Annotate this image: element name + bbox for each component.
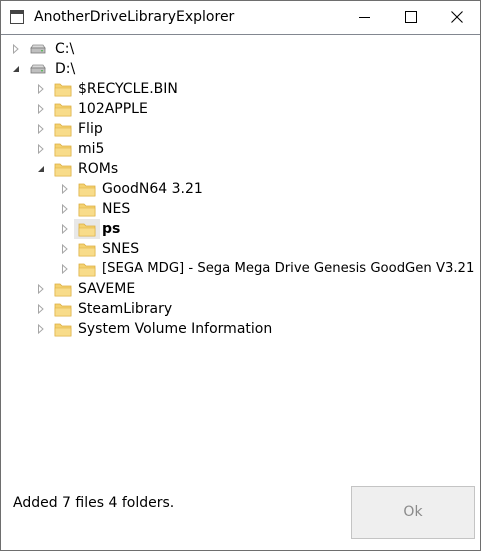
tree-node-label: mi5 [78, 141, 105, 157]
tree-node-folder-selected[interactable]: ps [60, 219, 478, 239]
expander-collapsed-icon[interactable] [36, 324, 46, 334]
tree-node-label: $RECYCLE.BIN [78, 81, 178, 97]
expander-expanded-icon[interactable] [36, 164, 46, 174]
tree-node-drive-d[interactable]: D:\ [11, 59, 471, 79]
tree-node-label: C:\ [55, 41, 75, 57]
folder-icon [54, 283, 72, 297]
folder-icon [54, 83, 72, 97]
tree-node-label: ps [102, 221, 121, 237]
window-title: AnotherDriveLibraryExplorer [34, 9, 235, 25]
app-icon [10, 10, 24, 24]
folder-icon [54, 163, 72, 177]
folder-icon [54, 303, 72, 317]
tree-node-label: D:\ [55, 61, 76, 77]
maximize-button[interactable] [388, 1, 434, 33]
folder-icon [78, 203, 96, 217]
expander-expanded-icon[interactable] [11, 64, 21, 74]
title-bar[interactable]: AnotherDriveLibraryExplorer [1, 1, 480, 34]
folder-icon [54, 103, 72, 117]
close-button[interactable] [434, 1, 480, 33]
tree-node-label: [SEGA MDG] - Sega Mega Drive Genesis Goo… [102, 261, 475, 276]
ok-button[interactable]: Ok [351, 486, 475, 539]
expander-collapsed-icon[interactable] [36, 124, 46, 134]
tree-node-folder[interactable]: [SEGA MDG] - Sega Mega Drive Genesis Goo… [60, 259, 478, 279]
close-icon [451, 11, 463, 23]
maximize-icon [405, 11, 417, 23]
tree-node-label: 102APPLE [78, 101, 148, 117]
expander-collapsed-icon[interactable] [60, 204, 70, 214]
tree-node-label: Flip [78, 121, 103, 137]
expander-collapsed-icon[interactable] [60, 264, 70, 274]
drive-icon [30, 64, 46, 74]
tree-node-folder-roms[interactable]: ROMs [36, 159, 476, 179]
tree-node-folder[interactable]: SteamLibrary [36, 299, 476, 319]
expander-collapsed-icon[interactable] [36, 84, 46, 94]
tree-node-drive-c[interactable]: C:\ [11, 39, 471, 59]
tree-node-folder[interactable]: GoodN64 3.21 [60, 179, 478, 199]
expander-collapsed-icon[interactable] [11, 44, 21, 54]
folder-icon [54, 143, 72, 157]
expander-collapsed-icon[interactable] [60, 224, 70, 234]
expander-collapsed-icon[interactable] [60, 184, 70, 194]
minimize-icon [359, 17, 370, 18]
drive-icon [30, 44, 46, 54]
tree-node-label: GoodN64 3.21 [102, 181, 203, 197]
tree-node-label: SAVEME [78, 281, 136, 297]
folder-icon [54, 123, 72, 137]
tree-node-folder[interactable]: mi5 [36, 139, 476, 159]
tree-node-folder[interactable]: SAVEME [36, 279, 476, 299]
folder-icon [78, 263, 96, 277]
tree-node-folder[interactable]: $RECYCLE.BIN [36, 79, 476, 99]
folder-icon [78, 243, 96, 257]
expander-collapsed-icon[interactable] [60, 244, 70, 254]
minimize-button[interactable] [342, 1, 388, 33]
app-window: AnotherDriveLibraryExplorer C:\ D:\ $REC… [0, 0, 481, 551]
directory-tree[interactable]: C:\ D:\ $RECYCLE.BIN 102APPLE Flip mi5 R… [1, 34, 480, 474]
tree-node-folder[interactable]: Flip [36, 119, 476, 139]
tree-node-label: System Volume Information [78, 321, 273, 337]
expander-collapsed-icon[interactable] [36, 104, 46, 114]
tree-node-folder[interactable]: 102APPLE [36, 99, 476, 119]
tree-node-folder[interactable]: SNES [60, 239, 478, 259]
tree-node-folder[interactable]: System Volume Information [36, 319, 476, 339]
folder-icon [54, 323, 72, 337]
expander-collapsed-icon[interactable] [36, 304, 46, 314]
footer: Added 7 files 4 folders. Ok [1, 473, 480, 550]
tree-node-folder[interactable]: NES [60, 199, 478, 219]
tree-node-label: SteamLibrary [78, 301, 173, 317]
folder-icon [78, 183, 96, 197]
tree-node-label: NES [102, 201, 131, 217]
expander-collapsed-icon[interactable] [36, 284, 46, 294]
expander-collapsed-icon[interactable] [36, 144, 46, 154]
folder-icon [78, 223, 96, 237]
status-text: Added 7 files 4 folders. [13, 495, 175, 511]
tree-node-label: ROMs [78, 161, 119, 177]
tree-node-label: SNES [102, 241, 140, 257]
